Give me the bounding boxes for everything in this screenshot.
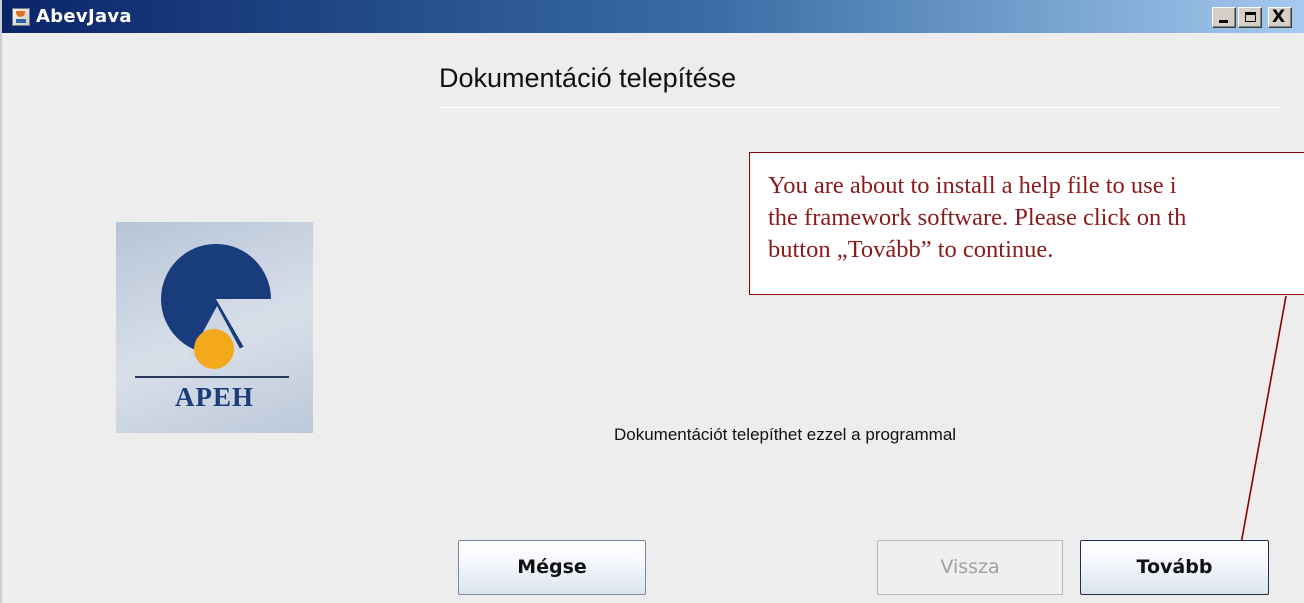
arrow-line [1236,295,1287,567]
annotation-line-1: You are about to install a help file to … [768,172,1177,199]
installer-window: AbevJava X Dokumentáció telepítése APEH … [0,0,1304,603]
java-app-icon [12,8,30,26]
page-title: Dokumentáció telepítése [439,63,737,93]
annotation-line-2: the framework software. Please click on … [768,204,1187,231]
close-button[interactable]: X [1268,7,1292,28]
title-divider [439,107,1282,108]
apeh-logo: APEH [116,222,313,433]
annotation-line-3: button „Tovább” to continue. [768,236,1054,263]
logo-sun-dot [194,329,234,369]
next-button[interactable]: Tovább [1080,540,1269,595]
minimize-button[interactable] [1212,7,1236,28]
maximize-icon [1245,12,1256,22]
annotation-text: You are about to install a help file to … [768,170,1304,266]
back-button[interactable]: Vissza [877,540,1063,595]
title-bar[interactable]: AbevJava X [2,0,1304,33]
annotation-callout: You are about to install a help file to … [749,152,1304,295]
cancel-button[interactable]: Mégse [458,540,646,595]
logo-rule [135,376,289,378]
window-title: AbevJava [36,6,132,27]
description-text: Dokumentációt telepíthet ezzel a program… [614,425,957,444]
maximize-button[interactable] [1238,7,1262,28]
logo-text: APEH [174,382,254,412]
minimize-icon [1219,20,1228,23]
close-icon: X [1272,7,1286,27]
